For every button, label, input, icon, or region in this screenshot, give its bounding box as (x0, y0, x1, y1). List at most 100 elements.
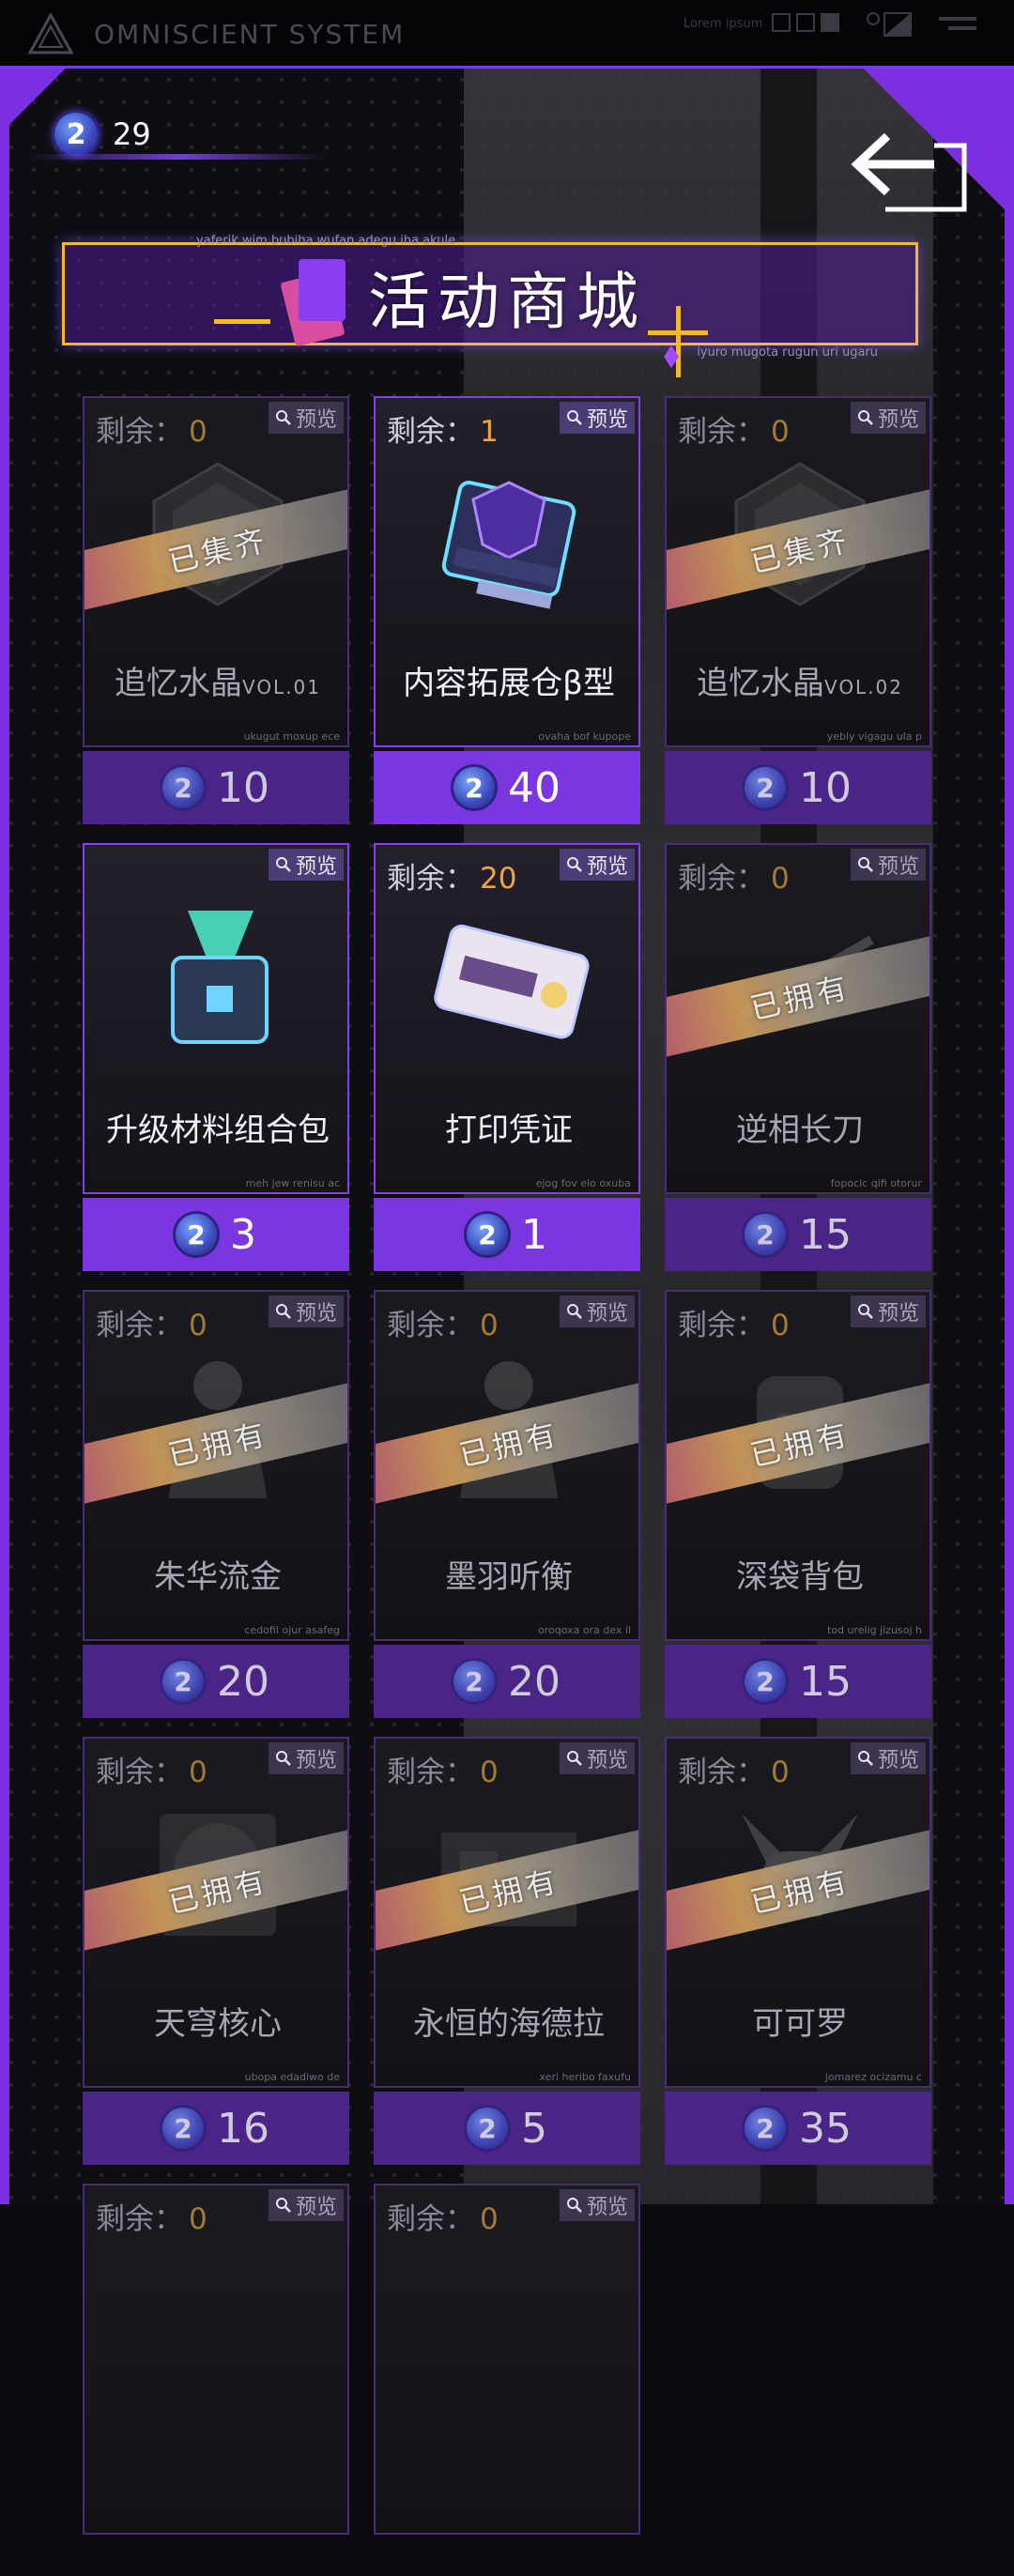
currency-coin-icon: 2 (745, 767, 786, 808)
remaining-count: 剩余： 0 (96, 1748, 207, 1790)
item-tag: jomarez ocizamu c (824, 2071, 922, 2083)
item-name: 内容拓展仓β型 (403, 665, 615, 702)
price-button[interactable]: 2 40 (374, 751, 640, 824)
item-icon (131, 2242, 304, 2401)
price-button[interactable]: 2 3 (83, 1198, 349, 1271)
remaining-label: 剩余： (387, 1309, 474, 1342)
price-button[interactable]: 2 20 (83, 1645, 349, 1718)
item-price: 10 (799, 763, 852, 812)
preview-button[interactable]: 预览 (851, 849, 926, 881)
remaining-label: 剩余： (96, 1309, 183, 1342)
item-name: 追忆水晶VOL.02 (696, 665, 904, 702)
currency-coin-icon: 2 (453, 1661, 495, 1702)
price-button[interactable]: 2 16 (83, 2092, 349, 2165)
shop-item-card-14[interactable]: 剩余：0 预览 2 (374, 2184, 640, 2576)
shop-item-card-10[interactable]: 剩余： 0 预览 已拥有 天穹核心 ubopa edadiwo de 2 16 (83, 1737, 349, 2165)
item-name: 升级材料组合包 (106, 1112, 330, 1149)
magnifier-icon (275, 857, 291, 872)
item-price: 20 (217, 1657, 269, 1706)
shop-item-card-4[interactable]: 剩余： 预览 升级材料组合包 meh jew renisu ac 2 3 (83, 843, 349, 1271)
remaining-label: 剩余： (678, 862, 765, 896)
card-body: 剩余： 0 预览 已拥有 墨羽听衡 oroqoxa ora dex il (374, 1290, 640, 1641)
system-logo-icon (28, 13, 73, 54)
item-name: 墨羽听衡 (445, 1558, 573, 1596)
currency-coin-icon: 2 (162, 2108, 204, 2149)
item-tag: yebly vigagu ula p (826, 730, 922, 743)
item-name: 深袋背包 (736, 1558, 864, 1596)
shop-title: 活动商城 (368, 266, 646, 338)
preview-button[interactable]: 预览 (560, 402, 635, 434)
shop-item-card-5[interactable]: 剩余： 20 预览 打印凭证 ejog fov elo oxuba 2 1 (374, 843, 640, 1271)
card-body: 剩余： 0 预览 已拥有 逆相长刀 fopocic qifi otorur (665, 843, 931, 1194)
preview-label: 预览 (877, 408, 919, 432)
item-tag: xeri heribo faxufu (539, 2071, 631, 2083)
shop-item-card-9[interactable]: 剩余： 0 预览 已拥有 深袋背包 tod urelig jizusoj h 2 … (665, 1290, 931, 1718)
system-name: OMNISCIENT SYSTEM (94, 19, 406, 50)
card-body: 剩余： 预览 升级材料组合包 meh jew renisu ac (83, 843, 349, 1194)
preview-button[interactable]: 预览 (851, 402, 926, 434)
item-tag: ukugut moxup ece (243, 730, 340, 743)
preview-button[interactable]: 预览 (269, 402, 344, 434)
preview-button[interactable]: 预览 (269, 1296, 344, 1327)
system-status-icon (867, 12, 976, 37)
price-button[interactable]: 2 20 (374, 1645, 640, 1718)
magnifier-icon (857, 410, 873, 425)
remaining-value: 0 (480, 2202, 499, 2236)
item-price: 15 (799, 1210, 852, 1259)
price-button[interactable]: 2 15 (665, 1645, 931, 1718)
shop-item-card-3[interactable]: 剩余： 0 预览 已集齐 追忆水晶VOL.02 yebly vigagu ula … (665, 396, 931, 824)
shop-item-card-7[interactable]: 剩余： 0 预览 已拥有 朱华流金 cedofil ojur asafeg 2 2… (83, 1290, 349, 1718)
remaining-value: 0 (771, 415, 790, 449)
shop-item-card-12[interactable]: 剩余： 0 预览 已拥有 可可罗 jomarez ocizamu c 2 35 (665, 1737, 931, 2165)
item-price: 3 (230, 1210, 256, 1259)
shop-item-card-8[interactable]: 剩余： 0 预览 已拥有 墨羽听衡 oroqoxa ora dex il 2 20 (374, 1290, 640, 1718)
item-name: 打印凭证 (445, 1112, 573, 1149)
ticket-icon (422, 901, 595, 1061)
preview-button[interactable]: 预览 (560, 1296, 635, 1327)
preview-button[interactable]: 预览 (560, 1742, 635, 1774)
item-price: 10 (217, 763, 269, 812)
title-subtext-top: yaferik wim bubiha wufan adegu iha akule (196, 234, 456, 248)
magnifier-icon (566, 857, 582, 872)
preview-button[interactable]: 预览 (851, 1742, 926, 1774)
item-price: 15 (799, 1657, 852, 1706)
magnifier-icon (566, 2198, 582, 2213)
preview-button[interactable]: 预览 (560, 849, 635, 881)
preview-button[interactable]: 预览 (269, 1742, 344, 1774)
price-button[interactable]: 2 15 (665, 1198, 931, 1271)
back-arrow-icon[interactable] (850, 127, 972, 221)
item-name: 永恒的海德拉 (413, 2005, 605, 2043)
preview-label: 预览 (586, 855, 628, 879)
currency-coin-icon: 2 (745, 1661, 786, 1702)
preview-label: 预览 (877, 1749, 919, 1772)
price-button[interactable]: 2 10 (665, 751, 931, 824)
remaining-label: 剩余： (678, 415, 765, 449)
card-body: 剩余： 0 预览 已拥有 可可罗 jomarez ocizamu c (665, 1737, 931, 2088)
shop-item-card-11[interactable]: 剩余： 0 预览 已拥有 永恒的海德拉 xeri heribo faxufu 2 … (374, 1737, 640, 2165)
price-button[interactable]: 2 10 (83, 751, 349, 824)
currency-coin-icon: 2 (162, 767, 204, 808)
item-price: 35 (799, 2104, 852, 2153)
system-bar: OMNISCIENT SYSTEM Lorem ipsum (0, 0, 1014, 69)
price-button[interactable]: 2 1 (374, 1198, 640, 1271)
preview-button[interactable]: 预览 (269, 849, 344, 881)
price-button[interactable]: 2 35 (665, 2092, 931, 2165)
remaining-label: 剩余： (678, 1756, 765, 1789)
remaining-label: 剩余： (387, 862, 474, 896)
preview-button[interactable]: 预览 (560, 2189, 635, 2221)
card-body: 剩余： 0 预览 (374, 2184, 640, 2535)
card-body: 剩余： 0 预览 (83, 2184, 349, 2535)
preview-label: 预览 (877, 855, 919, 879)
shop-item-card-2[interactable]: 剩余： 1 预览 内容拓展仓β型 ovaha bof kupope 2 40 (374, 396, 640, 824)
card-body: 剩余： 0 预览 已拥有 永恒的海德拉 xeri heribo faxufu (374, 1737, 640, 2088)
item-tag: cedofil ojur asafeg (244, 1624, 340, 1636)
remaining-label: 剩余： (96, 2202, 183, 2236)
shop-item-card-13[interactable]: 剩余：0 预览 2 (83, 2184, 349, 2576)
remaining-count: 剩余： 0 (678, 407, 790, 450)
shop-item-card-1[interactable]: 剩余： 0 预览 已集齐 追忆水晶VOL.01 ukugut moxup ece … (83, 396, 349, 824)
shop-item-card-6[interactable]: 剩余： 0 预览 已拥有 逆相长刀 fopocic qifi otorur 2 1… (665, 843, 931, 1271)
remaining-value: 0 (771, 1756, 790, 1789)
price-button[interactable]: 2 5 (374, 2092, 640, 2165)
preview-button[interactable]: 预览 (269, 2189, 344, 2221)
preview-button[interactable]: 预览 (851, 1296, 926, 1327)
